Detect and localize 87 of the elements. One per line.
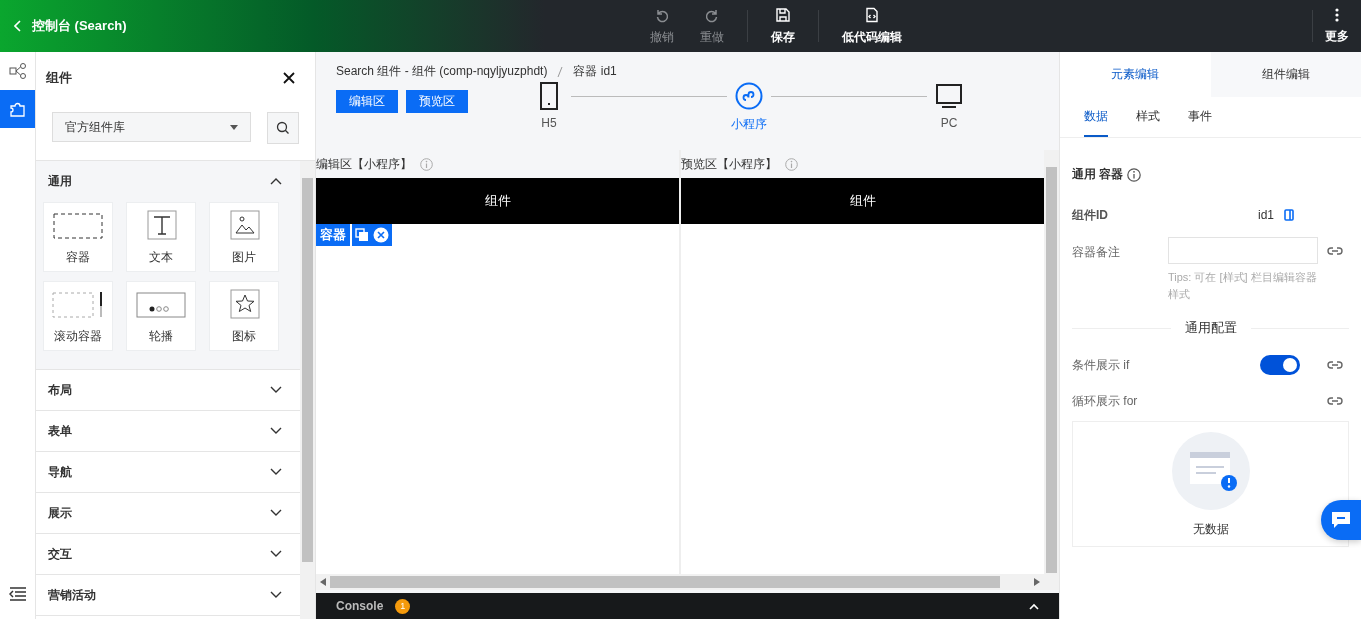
mode-button[interactable]: 编辑区	[336, 90, 398, 113]
toolbar-button[interactable]: 低代码编辑	[828, 6, 915, 46]
breadcrumb-link[interactable]: Search 组件 - 组件 (comp-nqyljyuzphdt)	[336, 63, 548, 80]
copy-icon[interactable]	[1284, 209, 1294, 221]
link-icon[interactable]	[1327, 396, 1343, 406]
count-badge: 1	[395, 598, 411, 614]
device-tab[interactable]: 小程序	[727, 82, 771, 133]
id-value: id1	[1258, 208, 1275, 222]
puzzle-icon	[8, 100, 27, 118]
separator-icon	[557, 65, 564, 78]
empty-data-icon	[1170, 430, 1251, 511]
panel-title: 组件	[46, 69, 72, 87]
sub-tab[interactable]: 数据	[1084, 97, 1108, 137]
search-button[interactable]	[267, 112, 299, 144]
device-tab[interactable]: PC	[927, 82, 971, 130]
monitor-icon	[935, 82, 963, 110]
group-header[interactable]: 导航	[36, 452, 300, 492]
component-card[interactable]: 图片	[209, 202, 279, 272]
chevron-down-icon	[270, 591, 282, 599]
nav-title: 组件	[484, 192, 511, 210]
chevron-up-icon[interactable]	[1029, 602, 1039, 610]
vertical-scrollbar[interactable]	[300, 161, 315, 619]
nav-title: 组件	[849, 192, 876, 210]
toggle-switch[interactable]	[1260, 355, 1300, 375]
back-button[interactable]: 控制台 (Search)	[14, 17, 127, 35]
link-circle-icon	[735, 82, 763, 110]
component-card[interactable]: 轮播	[126, 281, 196, 351]
delete-icon[interactable]	[373, 227, 389, 243]
tree-icon	[8, 63, 27, 79]
info-icon	[420, 157, 433, 171]
chevron-down-icon	[270, 386, 282, 394]
more-icon	[1335, 7, 1339, 22]
field-label: 容器备注	[1072, 244, 1121, 261]
mode-button[interactable]: 预览区	[406, 90, 468, 113]
group-header[interactable]: 展示	[36, 493, 300, 533]
chevron-down-icon	[270, 427, 282, 435]
group-header[interactable]: 交互	[36, 534, 300, 574]
tip-text: Tips: 可在 [样式] 栏目编辑容器样式	[1168, 270, 1318, 302]
sub-tab[interactable]: 样式	[1136, 97, 1160, 137]
component-card[interactable]: 滚动容器	[43, 281, 113, 351]
empty-text: 无数据	[1192, 520, 1229, 538]
horizontal-scrollbar[interactable]	[316, 574, 1044, 590]
device-tab[interactable]: H5	[527, 82, 571, 130]
sub-tab[interactable]: 事件	[1188, 97, 1212, 137]
link-icon[interactable]	[1327, 246, 1343, 256]
breadcrumb-current: 容器 id1	[573, 63, 617, 80]
scroll-left-icon[interactable]	[320, 578, 326, 586]
component-card[interactable]: 容器	[43, 202, 113, 272]
library-select[interactable]: 官方组件库	[52, 112, 252, 142]
collapse-icon[interactable]	[8, 587, 27, 601]
document-icon	[863, 6, 880, 23]
save-icon	[774, 6, 791, 23]
chat-button[interactable]	[1321, 500, 1361, 540]
link-icon[interactable]	[1327, 360, 1343, 370]
info-icon	[785, 157, 798, 171]
panel-tab[interactable]: 组件编辑	[1210, 52, 1361, 97]
group-header[interactable]: 营销活动	[36, 575, 300, 615]
group-header[interactable]: 布局	[36, 370, 300, 410]
component-card[interactable]: 文本	[126, 202, 196, 272]
pane-title: 编辑区【小程序】	[316, 155, 412, 173]
scroll-right-icon[interactable]	[1034, 578, 1040, 586]
copy-icon[interactable]	[355, 228, 369, 242]
toolbar-button[interactable]: 保存	[757, 6, 808, 46]
back-icon	[14, 20, 22, 32]
group-header[interactable]: 通用	[36, 161, 300, 201]
note-input[interactable]	[1168, 237, 1318, 264]
dropdown-icon	[230, 124, 239, 130]
selection-tag: 容器	[316, 224, 350, 246]
chevron-down-icon	[270, 509, 282, 517]
more-button[interactable]: 更多	[1313, 7, 1361, 45]
info-icon	[1127, 167, 1142, 182]
field-label: 循环展示 for	[1072, 392, 1139, 410]
chevron-up-icon	[270, 177, 282, 185]
vertical-scrollbar[interactable]	[1044, 150, 1059, 590]
field-label: 条件展示 if	[1072, 356, 1131, 374]
section-title: 通用 容器	[1072, 166, 1124, 183]
search-icon	[276, 121, 291, 135]
component-card[interactable]: 图标	[209, 281, 279, 351]
console-tab[interactable]: Console	[336, 599, 384, 613]
chevron-down-icon	[270, 468, 282, 476]
pane-title: 预览区【小程序】	[681, 155, 777, 173]
close-icon[interactable]	[283, 72, 295, 84]
field-label: 组件ID	[1072, 206, 1109, 224]
chat-icon	[1331, 511, 1351, 529]
chevron-down-icon	[270, 550, 282, 558]
group-header[interactable]: 表单	[36, 411, 300, 451]
divider-title: 通用配置	[1170, 319, 1251, 337]
